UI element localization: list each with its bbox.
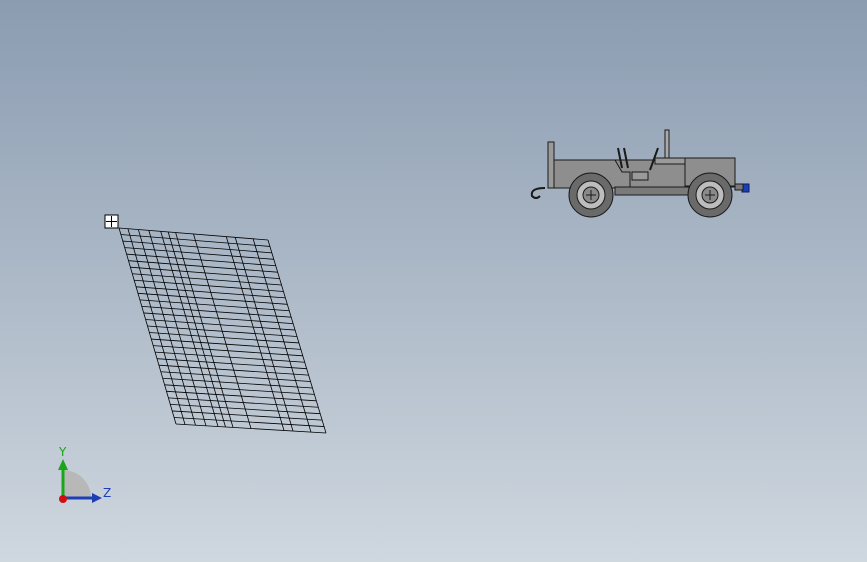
y-axis-label: Y bbox=[58, 445, 67, 459]
z-axis-label: Z bbox=[103, 486, 111, 500]
coordinate-triad-icon: Y Z bbox=[58, 445, 111, 503]
triad-quadrant bbox=[63, 470, 91, 498]
x-axis-dot bbox=[59, 495, 67, 503]
graphics-viewport[interactable]: Y Z bbox=[0, 0, 867, 562]
